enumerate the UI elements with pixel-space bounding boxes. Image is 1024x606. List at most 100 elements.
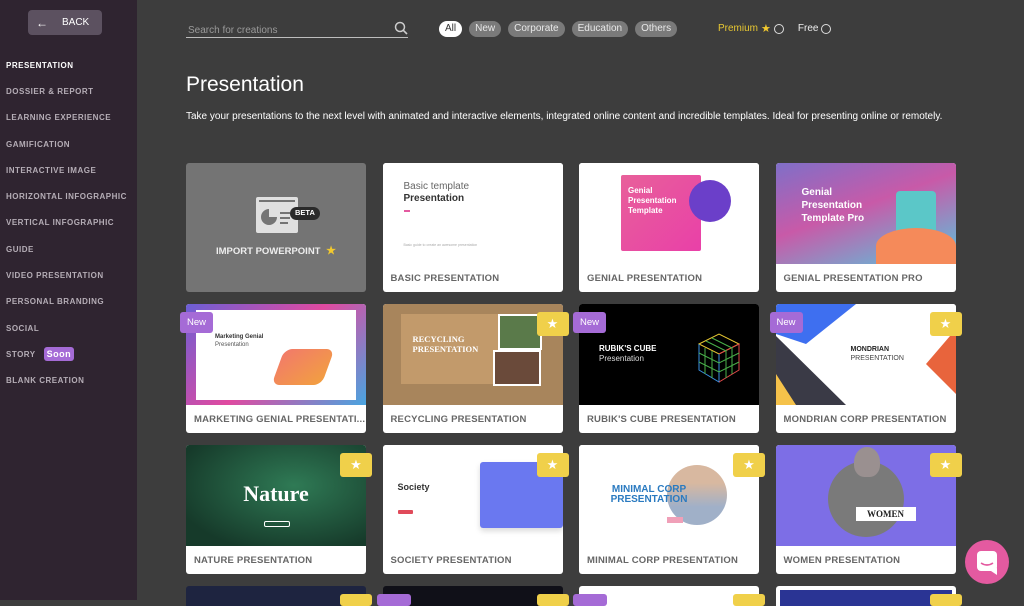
premium-star-badge	[536, 594, 569, 606]
card-label: MINIMAL CORP PRESENTATION	[587, 555, 739, 566]
filter-all[interactable]: All	[439, 21, 463, 37]
premium-option[interactable]: Premium ★	[718, 22, 784, 35]
new-badge	[573, 594, 607, 606]
sidebar-item-label: INTERACTIVE IMAGE	[6, 165, 97, 175]
thumb-title: Marketing Genial	[215, 334, 264, 340]
template-card-partial[interactable]	[376, 586, 569, 606]
sidebar-item-label: LEARNING EXPERIENCE	[6, 113, 112, 123]
sidebar-item-presentation[interactable]: PRESENTATION	[6, 52, 127, 78]
premium-star-badge	[340, 594, 372, 606]
sidebar-item-label: SOCIAL	[6, 323, 40, 333]
template-card-women[interactable]: WOMEN ★ WOMEN PRESENTATION	[775, 445, 962, 574]
thumb-title: Basic template	[403, 181, 470, 192]
sidebar-item-blank-creation[interactable]: BLANK CREATION	[6, 368, 127, 394]
sidebar-item-social[interactable]: SOCIAL	[6, 315, 127, 341]
search-icon[interactable]	[394, 21, 408, 35]
sidebar-item-label: VERTICAL INFOGRAPHIC	[6, 218, 115, 228]
template-card-partial[interactable]	[775, 586, 962, 606]
card-label: GENIAL PRESENTATION	[587, 273, 703, 284]
thumb-title: MONDRIAN	[850, 346, 890, 353]
template-grid-row-partial	[186, 586, 962, 606]
thumb-subtitle: PRESENTATION	[850, 355, 904, 362]
card-label: MARKETING GENIAL PRESENTATI...	[194, 414, 366, 425]
star-icon: ★	[326, 245, 336, 257]
search-input[interactable]	[186, 22, 386, 39]
thumb-title: RECYCLING PRESENTATION	[412, 334, 479, 354]
photo	[492, 350, 541, 386]
template-card-recycling[interactable]: RECYCLING PRESENTATION ★ RECYCLING PRESE…	[382, 304, 569, 433]
card-thumbnail: RECYCLING PRESENTATION	[382, 304, 563, 405]
card-label: NATURE PRESENTATION	[194, 555, 313, 566]
sidebar-item-video-presentation[interactable]: VIDEO PRESENTATION	[6, 262, 127, 288]
sidebar-item-label: PRESENTATION	[6, 60, 74, 70]
sidebar-item-learning[interactable]: LEARNING EXPERIENCE	[6, 105, 127, 131]
sidebar-item-label: PERSONAL BRANDING	[6, 297, 105, 307]
sidebar-item-dossier[interactable]: DOSSIER & REPORT	[6, 78, 127, 104]
filter-new[interactable]: New	[469, 21, 502, 37]
filter-education[interactable]: Education	[571, 21, 629, 37]
sidebar-item-personal-branding[interactable]: PERSONAL BRANDING	[6, 289, 127, 315]
filter-others[interactable]: Others	[635, 21, 678, 37]
thumb-subtitle: Presentation	[215, 342, 249, 348]
template-card-genial[interactable]: Genial Presentation Template GENIAL PRES…	[579, 163, 759, 292]
thumb-title: WOMEN	[855, 507, 916, 521]
sidebar-item-label: BLANK CREATION	[6, 376, 85, 386]
sidebar-item-interactive-image[interactable]: INTERACTIVE IMAGE	[6, 157, 127, 183]
template-card-partial[interactable]	[573, 586, 765, 606]
chat-icon	[977, 551, 997, 575]
sidebar-item-label: GUIDE	[6, 244, 34, 254]
filter-corporate[interactable]: Corporate	[508, 21, 565, 37]
template-card-society[interactable]: Society ★ SOCIETY PRESENTATION	[382, 445, 569, 574]
card-label: BASIC PRESENTATION	[390, 273, 500, 284]
back-button[interactable]: ← BACK	[28, 10, 102, 35]
template-card-minimal-corp[interactable]: MINIMAL CORP PRESENTATION ★ MINIMAL CORP…	[579, 445, 765, 574]
template-card-genial-pro[interactable]: Genial Presentation Template Pro GENIAL …	[775, 163, 956, 292]
premium-star-badge	[929, 594, 962, 606]
template-card-basic[interactable]: Basic template Presentation Basic guide …	[382, 163, 563, 292]
new-badge	[376, 594, 411, 606]
thumb-title: Nature	[243, 481, 309, 506]
free-label: Free	[797, 23, 819, 34]
card-label: MONDRIAN CORP PRESENTATION	[783, 414, 947, 425]
new-badge: New	[769, 312, 803, 333]
template-card-import-powerpoint[interactable]: BETA IMPORT POWERPOINT ★	[186, 163, 366, 292]
chat-support-button[interactable]	[965, 540, 1009, 584]
template-card-nature[interactable]: Nature ★ NATURE PRESENTATION	[186, 445, 372, 574]
template-card-rubiks-cube[interactable]: RUBIK'S CUBE Presentation New RUBIK'S CU…	[573, 304, 759, 433]
main-content: All New Corporate Education Others Premi…	[137, 0, 1024, 606]
portrait	[853, 447, 880, 477]
card-thumbnail: Nature	[186, 445, 366, 546]
thumb-title: Genial Presentation Template Pro	[801, 187, 865, 224]
card-thumbnail: Basic template Presentation Basic guide …	[382, 163, 563, 264]
free-radio[interactable]	[821, 23, 832, 34]
free-option[interactable]: Free	[798, 23, 832, 34]
template-card-marketing-genial[interactable]: Marketing Genial Presentation New MARKET…	[180, 304, 366, 433]
sidebar-item-horizontal-infographic[interactable]: HORIZONTAL INFOGRAPHIC	[6, 183, 127, 209]
thumb-subtitle: Presentation	[599, 354, 644, 363]
premium-star-badge	[733, 594, 765, 606]
filter-chips: All New Corporate Education Others	[439, 21, 678, 37]
card-label: WOMEN PRESENTATION	[783, 555, 901, 566]
back-label: BACK	[62, 17, 90, 28]
premium-star-badge: ★	[929, 312, 962, 336]
premium-radio[interactable]	[773, 23, 784, 34]
template-card-partial[interactable]	[186, 586, 372, 606]
sidebar-item-vertical-infographic[interactable]: VERTICAL INFOGRAPHIC	[6, 210, 127, 236]
sidebar-item-label: DOSSIER & REPORT	[6, 86, 94, 96]
sidebar-item-guide[interactable]: GUIDE	[6, 236, 127, 262]
template-card-mondrian-corp[interactable]: MONDRIAN PRESENTATION New ★ MONDRIAN COR…	[769, 304, 962, 433]
illustration-circle	[689, 180, 731, 222]
card-thumbnail: Society	[382, 445, 563, 546]
photo	[497, 314, 542, 350]
new-badge: New	[573, 312, 607, 333]
sidebar-item-gamification[interactable]: GAMIFICATION	[6, 131, 127, 157]
page-title: Presentation	[186, 73, 304, 96]
category-nav: PRESENTATION DOSSIER & REPORT LEARNING E…	[6, 52, 127, 394]
thumb-title: RUBIK'S CUBE	[599, 344, 657, 353]
card-label: RUBIK'S CUBE PRESENTATION	[587, 414, 736, 425]
sidebar-item-story[interactable]: STORY Soon	[6, 341, 127, 367]
premium-star-badge: ★	[340, 453, 372, 477]
start-button-preview	[397, 510, 413, 514]
premium-star-badge: ★	[536, 453, 569, 477]
illustration-blob	[875, 228, 956, 264]
